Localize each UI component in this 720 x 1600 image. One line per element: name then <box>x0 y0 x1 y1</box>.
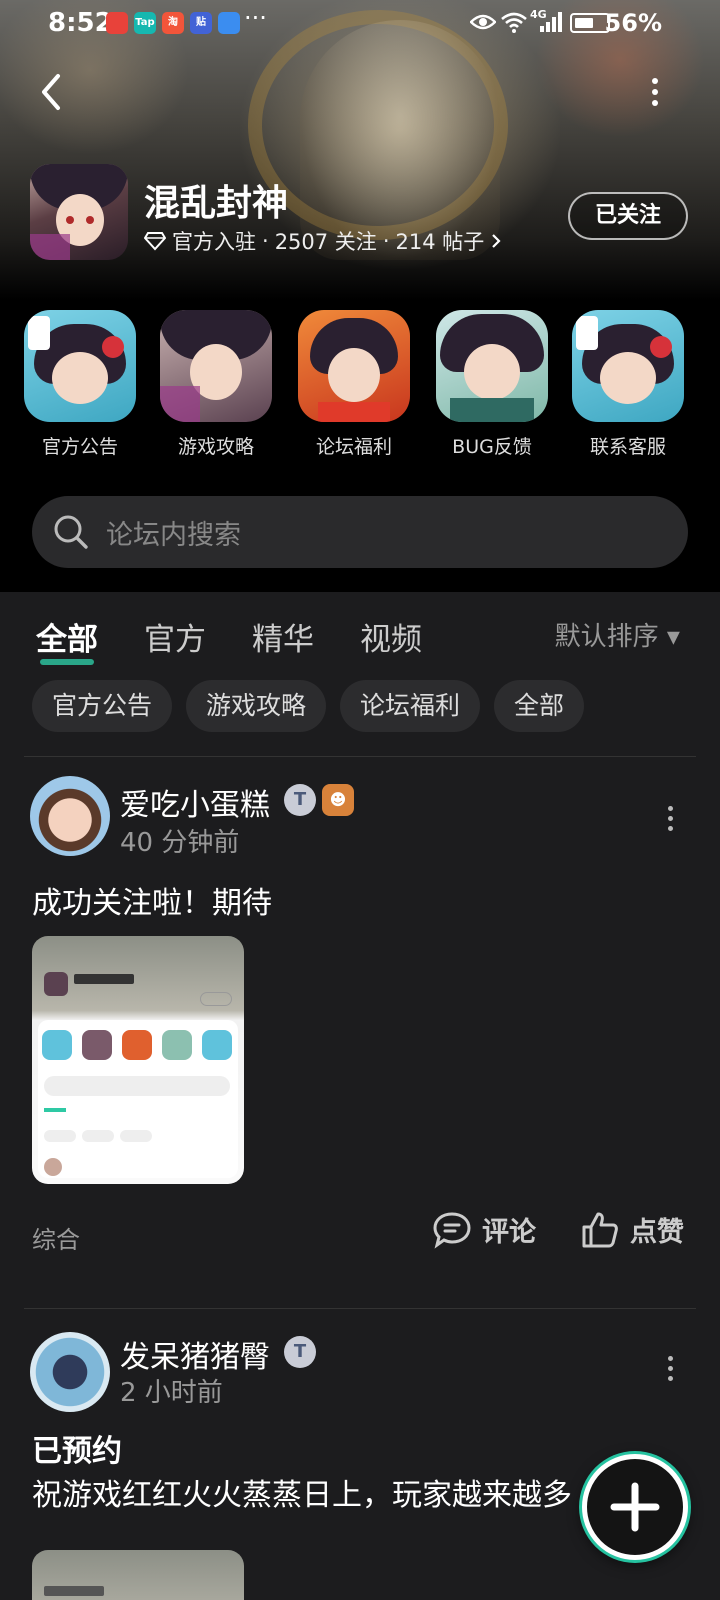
taptap-icon: Tap <box>134 12 156 34</box>
post-category[interactable]: 综合 <box>32 1220 80 1255</box>
chevron-right-icon <box>492 234 501 248</box>
battery-level: 56% <box>604 9 662 37</box>
posts-count: 214 帖子 <box>395 230 485 254</box>
back-button[interactable] <box>34 70 74 114</box>
notif-more-icon: ··· <box>244 4 267 32</box>
divider <box>24 1308 696 1309</box>
chip-announcement[interactable]: 官方公告 <box>32 680 173 732</box>
announcement-icon <box>24 310 136 422</box>
level-badge-icon: T <box>284 1336 316 1368</box>
post-card[interactable]: 爱吃小蛋糕 T ☻ 40 分钟前 成功关注啦！期待 综合 评论 点赞 <box>0 776 720 1276</box>
level-badge-icon: T <box>284 784 316 816</box>
comment-label: 评论 <box>482 1217 536 1248</box>
chip-guide[interactable]: 游戏攻略 <box>186 680 327 732</box>
customer-service-icon <box>572 310 684 422</box>
tieba-icon: 贴 <box>190 12 212 34</box>
post-image[interactable] <box>32 1550 244 1600</box>
quick-entries: 官方公告 游戏攻略 论坛福利 BUG反馈 联系客服 <box>0 310 720 470</box>
wifi-icon <box>501 12 527 33</box>
like-button[interactable]: 点赞 <box>580 1210 684 1249</box>
signal-icon <box>540 12 562 32</box>
meta-separator: · <box>382 229 390 253</box>
meta-separator: · <box>262 229 269 253</box>
tab-video[interactable]: 视频 <box>360 614 422 659</box>
avatar[interactable] <box>30 1332 110 1412</box>
search-input[interactable]: 论坛内搜索 <box>32 496 688 568</box>
game-title: 混乱封神 <box>144 183 289 224</box>
post-time: 2 小时前 <box>120 1378 223 1408</box>
sort-dropdown[interactable]: 默认排序 ▾ <box>555 616 680 653</box>
post-more-button[interactable] <box>664 806 676 831</box>
more-options-button[interactable] <box>640 74 670 110</box>
game-icon[interactable] <box>30 164 128 260</box>
game-meta[interactable]: 官方入驻 · 2507 关注 · 214 帖子 <box>144 226 502 256</box>
post-more-button[interactable] <box>664 1356 676 1381</box>
status-bar: 8:52 Tap 淘 贴 ··· 4G 56% <box>0 0 720 46</box>
cloud-icon <box>218 12 240 34</box>
thumbs-up-icon <box>582 1212 618 1247</box>
chevron-left-icon <box>42 74 60 110</box>
bug-report-icon <box>436 310 548 422</box>
diamond-icon <box>144 232 166 251</box>
search-placeholder: 论坛内搜索 <box>106 519 241 551</box>
tab-featured[interactable]: 精华 <box>252 614 314 659</box>
status-time: 8:52 <box>48 8 113 38</box>
quick-entry-label: 论坛福利 <box>315 436 392 458</box>
quick-entry-label: 官方公告 <box>41 436 118 458</box>
post-time: 40 分钟前 <box>120 828 240 858</box>
quick-entry-announcement[interactable]: 官方公告 <box>24 310 136 459</box>
post-tabs: 全部 官方 精华 视频 <box>36 614 422 665</box>
post-text: 成功关注啦！期待 <box>32 886 272 921</box>
verified-label: 官方入驻 <box>172 230 256 254</box>
taobao-icon: 淘 <box>162 12 184 34</box>
chip-welfare[interactable]: 论坛福利 <box>340 680 481 732</box>
comment-icon <box>433 1211 471 1249</box>
avatar[interactable] <box>30 776 110 856</box>
post-image[interactable] <box>32 936 244 1184</box>
plus-icon <box>610 1482 660 1532</box>
notification-icons: Tap 淘 贴 <box>106 12 240 34</box>
quick-entry-label: 游戏攻略 <box>177 436 254 458</box>
header-background-art <box>300 20 500 260</box>
tab-official[interactable]: 官方 <box>144 614 206 659</box>
tab-all[interactable]: 全部 <box>36 614 98 665</box>
follow-button[interactable]: 已关注 <box>568 192 688 240</box>
chip-all[interactable]: 全部 <box>494 680 585 732</box>
divider <box>24 756 696 757</box>
post-text: 祝游戏红红火火蒸蒸日上，玩家越来越多 <box>32 1478 572 1513</box>
comment-button[interactable]: 评论 <box>432 1210 536 1249</box>
quick-entry-customer-service[interactable]: 联系客服 <box>572 310 684 459</box>
eye-icon <box>470 14 496 30</box>
create-post-button[interactable] <box>582 1454 688 1560</box>
guide-icon <box>160 310 272 422</box>
quick-entry-label: 联系客服 <box>589 436 666 458</box>
followers-count: 2507 关注 <box>274 230 377 254</box>
quick-entry-bug-report[interactable]: BUG反馈 <box>436 310 548 459</box>
like-label: 点赞 <box>630 1217 684 1248</box>
quick-entry-guide[interactable]: 游戏攻略 <box>160 310 272 459</box>
notif-app-icon <box>106 12 128 34</box>
search-icon <box>54 515 88 549</box>
quick-entry-welfare[interactable]: 论坛福利 <box>298 310 410 459</box>
achievement-badge-icon: ☻ <box>322 784 354 816</box>
quick-entry-label: BUG反馈 <box>452 436 532 458</box>
welfare-icon <box>298 310 410 422</box>
post-author[interactable]: 爱吃小蛋糕 <box>120 780 270 824</box>
post-author[interactable]: 发呆猪猪臀 <box>120 1332 270 1376</box>
category-chips: 官方公告 游戏攻略 论坛福利 全部 <box>32 680 585 732</box>
post-title: 已预约 <box>32 1434 122 1469</box>
